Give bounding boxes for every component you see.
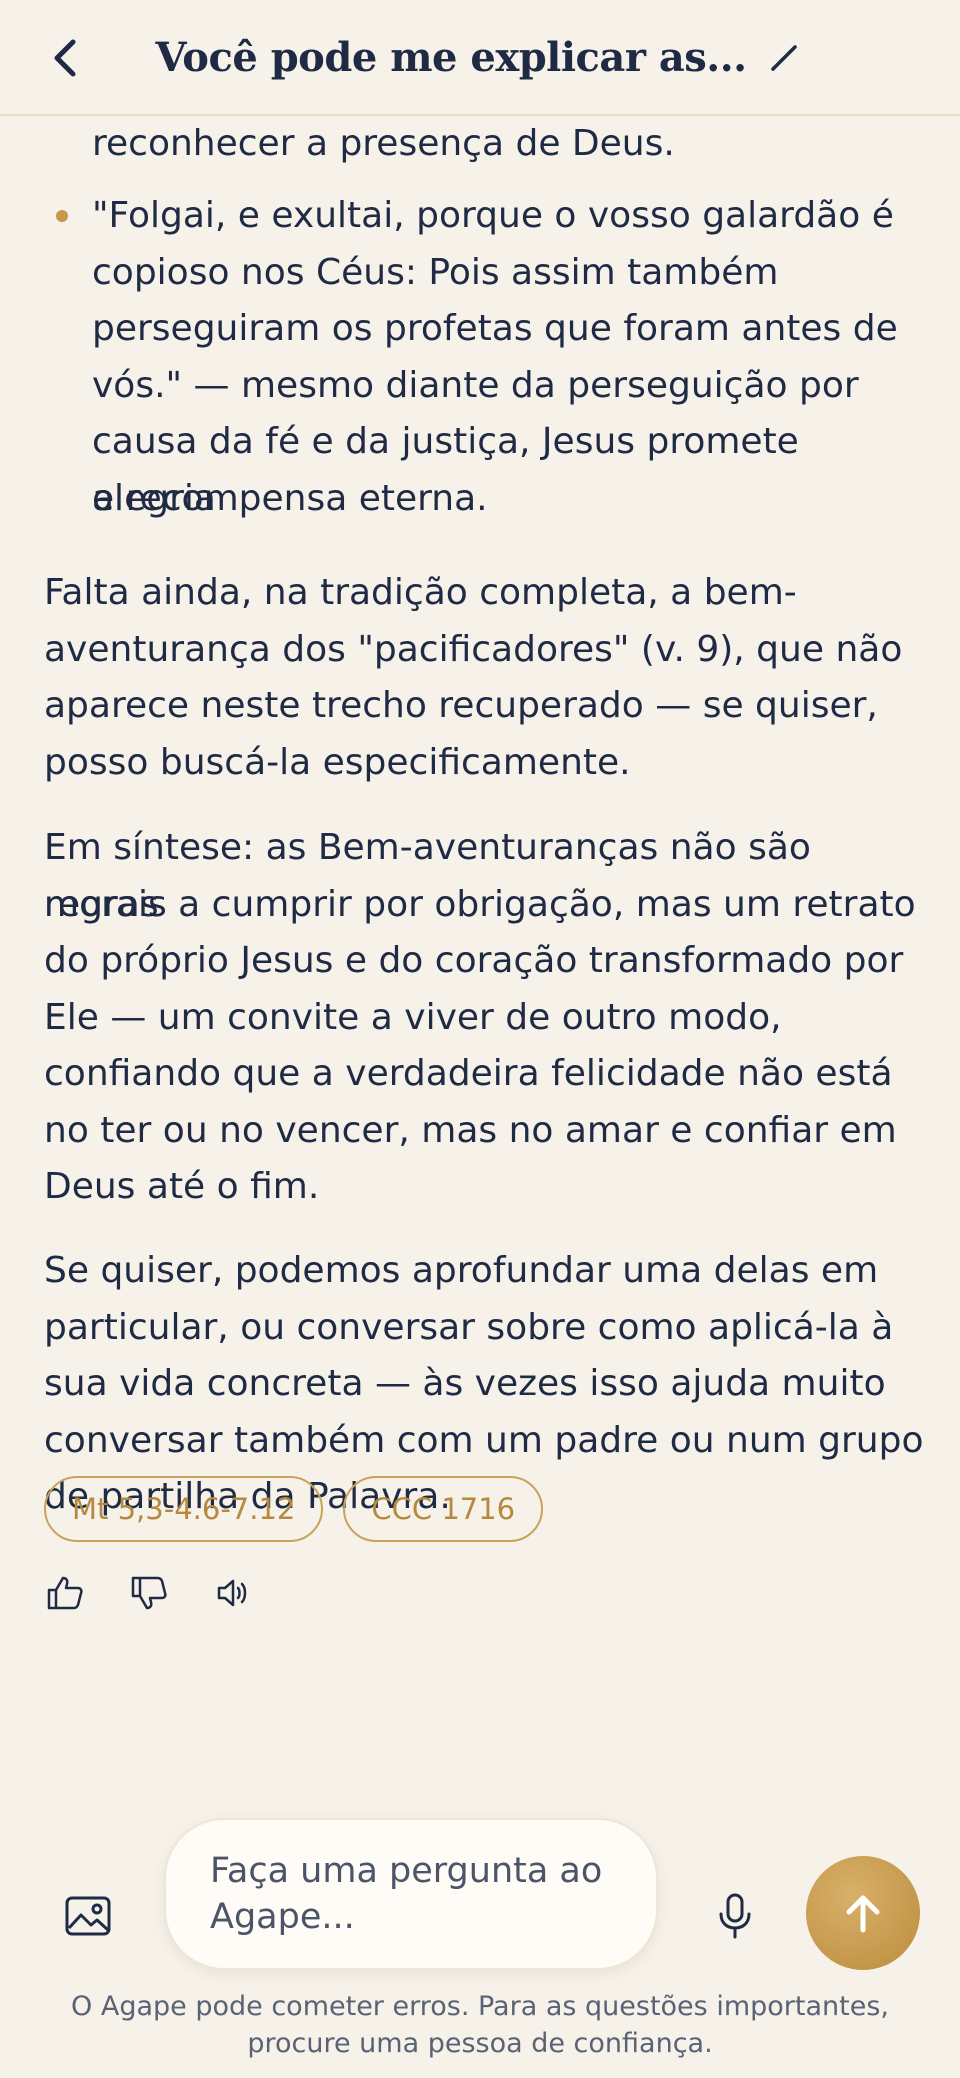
paragraph-line: conversar também com um padre ou num gru… [44,1419,924,1461]
back-button[interactable] [36,28,96,88]
edit-title-button[interactable] [765,37,805,77]
chat-title: Você pode me explicar as... [155,33,747,81]
input-placeholder-line: Agape... [210,1897,355,1937]
chevron-left-icon [54,39,76,77]
paragraph-line: Ele — um convite a viver de outro modo, [44,996,782,1038]
thumbs-down-icon [131,1576,167,1610]
thumbs-up-icon [47,1576,83,1610]
disclaimer: O Agape pode cometer erros. Para as ques… [60,1988,900,2062]
arrow-up-icon [846,1895,880,1933]
bullet-line: "Folgai, e exultai, porque o vosso galar… [92,195,894,236]
paragraph-line: confiando que a verdadeira felicidade nã… [44,1053,893,1094]
bullet-line: copioso nos Céus: Pois assim também [92,251,779,293]
dislike-button[interactable] [130,1574,168,1612]
paragraph-line: no ter ou no vencer, mas no amar e confi… [44,1109,897,1151]
bullet-line: perseguiram os profetas que foram antes … [92,308,898,349]
input-placeholder-line: Faça uma pergunta ao [210,1851,603,1891]
pencil-icon [770,45,797,71]
bullet-line: e recompensa eterna. [92,477,488,519]
assistant-message: reconhecer a presença de Deus. "Folgai, … [0,116,960,1796]
paragraph-line: aventurança dos "pacificadores" (v. 9), … [44,628,903,670]
attach-image-button[interactable] [62,1890,114,1942]
paragraph-line: Falta ainda, na tradição completa, a bem… [44,572,797,613]
paragraph-line: Se quiser, podemos aprofundar uma delas … [44,1250,879,1291]
reference-chip[interactable]: Mt 5,3-4.6-7.12 [44,1476,324,1542]
paragraph-line: Deus até o fim. [44,1166,320,1207]
paragraph-line: do próprio Jesus e do coração transforma… [44,940,904,981]
disclaimer-line: procure uma pessoa de confiança. [247,2028,713,2059]
reference-chip[interactable]: CCC 1716 [343,1476,544,1542]
bullet-line: vós." — mesmo diante da perseguição por [92,364,859,406]
bullet-dot [56,210,68,222]
paragraph-line: sua vida concreta — às vezes isso ajuda … [44,1363,886,1404]
paragraph-line: posso buscá-la especificamente. [44,741,631,783]
like-button[interactable] [46,1574,84,1612]
paragraph-line: aparece neste trecho recuperado — se qui… [44,685,878,726]
paragraph-line: particular, ou conversar sobre como apli… [44,1306,894,1348]
microphone-icon [719,1893,751,1939]
image-icon [65,1896,111,1936]
microphone-button[interactable] [710,1888,760,1944]
bullet-fragment-line: reconhecer a presença de Deus. [92,123,675,164]
speaker-icon [217,1579,247,1607]
message-actions [46,1574,252,1612]
title-wrap: Você pode me explicar as... [155,34,804,81]
reference-chips: Mt 5,3-4.6-7.12 CCC 1716 [44,1476,544,1542]
chat-header: Você pode me explicar as... [0,0,960,116]
listen-button[interactable] [214,1574,252,1612]
disclaimer-line: O Agape pode cometer erros. Para as ques… [71,1991,889,2022]
question-input[interactable]: Faça uma pergunta ao Agape... [164,1818,658,1970]
paragraph-line: morais a cumprir por obrigação, mas um r… [44,883,916,925]
send-button[interactable] [806,1856,920,1970]
